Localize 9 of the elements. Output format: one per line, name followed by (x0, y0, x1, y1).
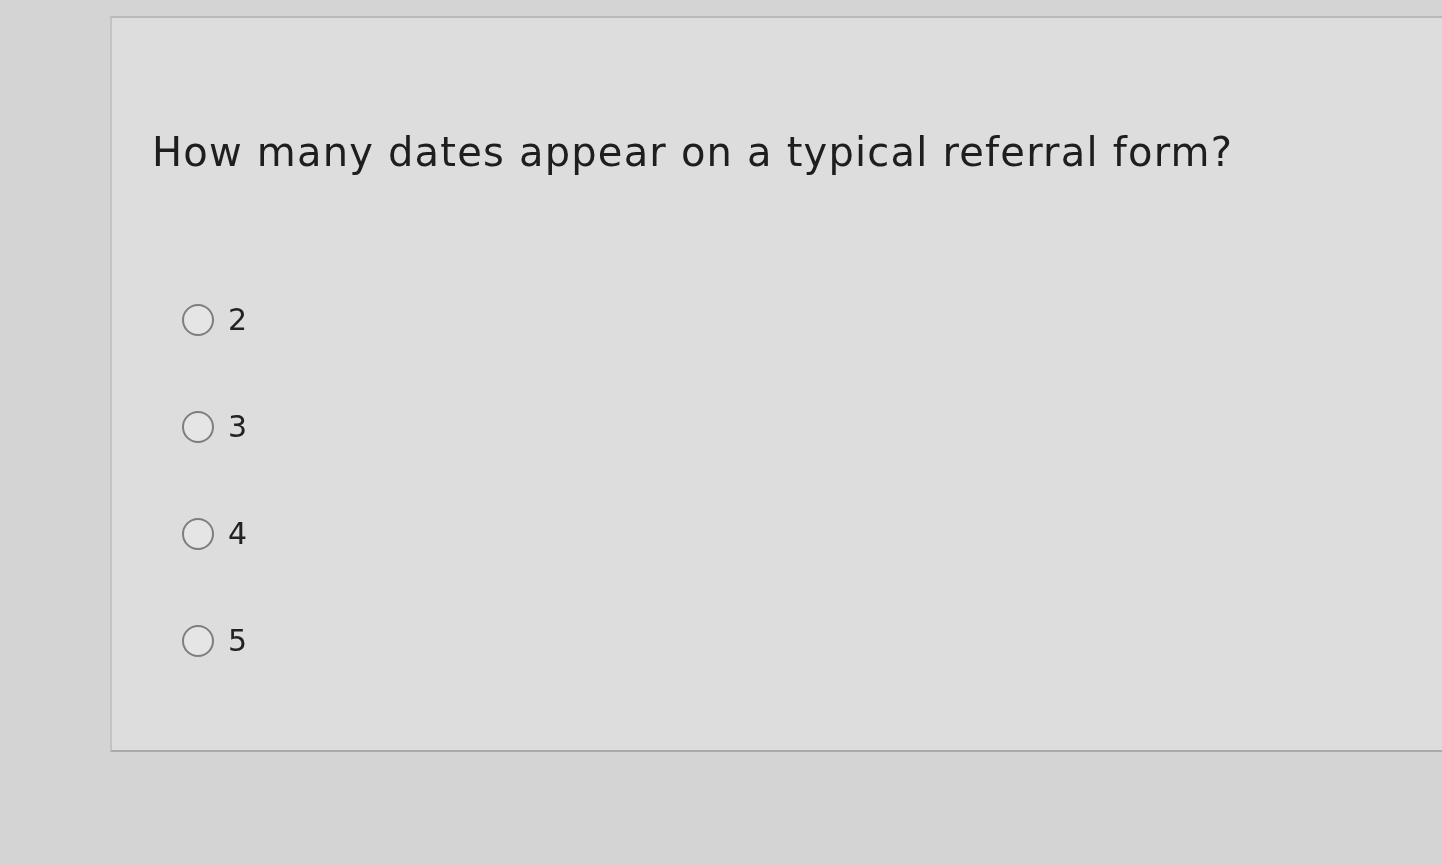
radio-button[interactable] (182, 518, 214, 550)
option-label[interactable]: 4 (228, 516, 248, 552)
radio-button[interactable] (182, 304, 214, 336)
option-label[interactable]: 2 (228, 302, 248, 338)
question-text: How many dates appear on a typical referral form? (152, 128, 1235, 176)
option-label[interactable]: 3 (228, 409, 248, 445)
radio-button[interactable] (182, 625, 214, 657)
radio-button[interactable] (182, 411, 214, 443)
option-label[interactable]: 5 (228, 623, 248, 659)
